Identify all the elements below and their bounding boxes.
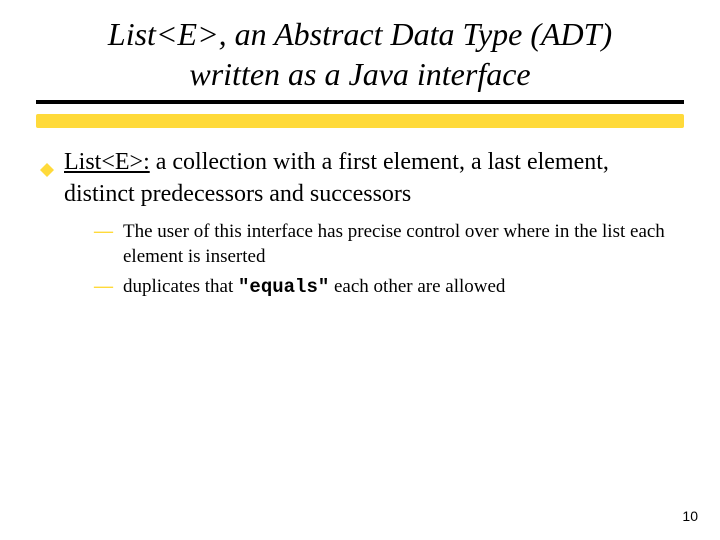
sub-bullet-prefix: duplicates that — [123, 276, 238, 297]
slide-container: List<E>, an Abstract Data Type (ADT) wri… — [0, 0, 720, 301]
main-bullet-text: List<E>: a collection with a first eleme… — [64, 146, 684, 211]
main-bullet: List<E>: a collection with a first eleme… — [40, 146, 684, 211]
code-literal: "equals" — [238, 276, 329, 298]
defined-term: List<E>: — [64, 149, 150, 175]
sub-bullet-suffix: each other are allowed — [329, 276, 505, 297]
sub-bullet: — duplicates that "equals" each other ar… — [94, 274, 684, 301]
page-number: 10 — [682, 508, 698, 524]
sub-bullet-text: The user of this interface has precise c… — [123, 219, 684, 270]
title-line-2: written as a Java interface — [189, 56, 530, 92]
dash-bullet-icon: — — [94, 219, 113, 270]
sub-bullet-list: — The user of this interface has precise… — [94, 219, 684, 301]
slide-title: List<E>, an Abstract Data Type (ADT) wri… — [36, 14, 684, 94]
diamond-bullet-icon — [40, 156, 54, 170]
title-line-1: List<E>, an Abstract Data Type (ADT) — [108, 16, 612, 52]
sub-bullet: — The user of this interface has precise… — [94, 219, 684, 270]
sub-bullet-text: duplicates that "equals" each other are … — [123, 274, 505, 301]
highlight-bar — [36, 114, 684, 128]
dash-bullet-icon: — — [94, 274, 113, 301]
title-underline — [36, 100, 684, 104]
